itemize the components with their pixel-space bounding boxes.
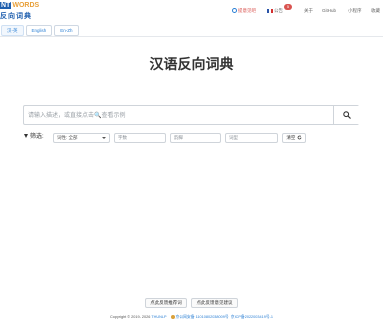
- search-button[interactable]: [333, 106, 359, 124]
- filter-icon: [24, 134, 28, 138]
- nav-about-link[interactable]: 关于: [304, 7, 313, 15]
- icp-link[interactable]: 京ICP备2022003419号-1: [231, 315, 273, 319]
- pos-select[interactable]: 词性: 全部: [53, 133, 110, 143]
- logo-wordmark: NT WORDS: [0, 2, 40, 9]
- site-logo[interactable]: NT WORDS 反向词典: [0, 1, 46, 21]
- header: NT WORDS 反向词典 提意见吧 公告 5 关于 GitHub 小程序 收藏: [0, 0, 383, 22]
- copyright-line: Copyright © 2019- 2026 THUNLP 京公网安备 1101…: [109, 314, 274, 319]
- tab-zh-en[interactable]: 汉-英: [1, 25, 24, 36]
- nav-miniprogram-link[interactable]: 小程序: [348, 7, 362, 15]
- rhyme-input[interactable]: [170, 133, 221, 143]
- org-link[interactable]: THUNLP: [151, 315, 166, 319]
- search-bar: [23, 105, 359, 125]
- police-badge-icon: [170, 314, 175, 319]
- tab-en-zh[interactable]: En-Zh: [54, 25, 79, 36]
- char-count-input[interactable]: [114, 133, 166, 143]
- nav-favorite-link[interactable]: 收藏: [371, 7, 380, 15]
- page-title: 汉语反向词典: [149, 57, 234, 73]
- clear-filters-button[interactable]: 清空: [282, 133, 306, 143]
- tab-english[interactable]: English: [25, 25, 53, 36]
- notice-badge: 5: [284, 4, 292, 10]
- search-icon: [343, 111, 351, 119]
- filter-label: 筛选:: [24, 133, 44, 141]
- nav-feedback-link[interactable]: 提意见吧: [232, 7, 256, 15]
- suggestion-feedback-button[interactable]: 点此反馈意见建议: [191, 298, 238, 308]
- logo-subtitle: 反向词典: [0, 12, 32, 20]
- search-input[interactable]: [24, 106, 333, 124]
- chevron-down-icon: [102, 137, 106, 139]
- flag-icon: [267, 8, 273, 13]
- tabs-divider: [0, 36, 383, 37]
- nav-notice-link[interactable]: 公告: [267, 7, 283, 15]
- refresh-icon: [297, 134, 302, 139]
- word-pattern-input[interactable]: [225, 133, 278, 143]
- police-record-link[interactable]: 京公网安备 11010802038009号: [176, 315, 229, 319]
- nav-github-link[interactable]: GitHub: [322, 7, 336, 15]
- recommend-word-feedback-button[interactable]: 点此反馈推荐词: [145, 298, 187, 308]
- feedback-icon: [232, 8, 237, 13]
- language-tabs: 汉-英 English En-Zh: [1, 25, 81, 36]
